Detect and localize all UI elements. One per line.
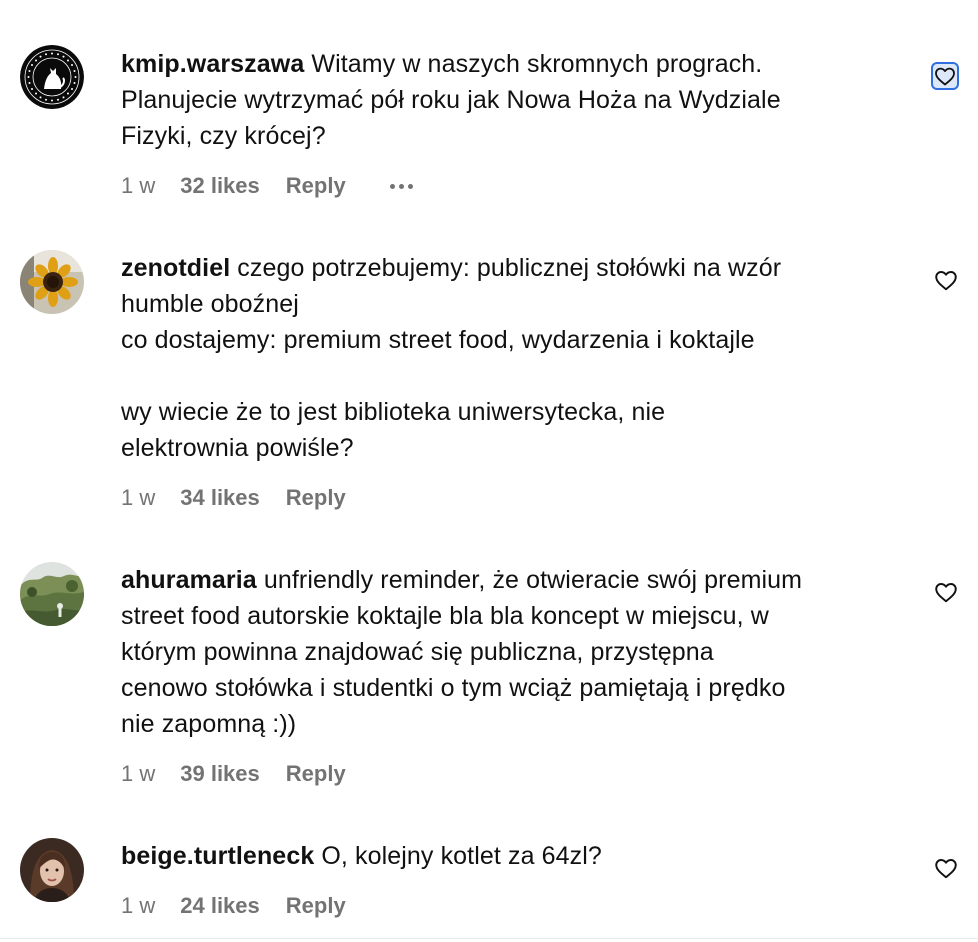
avatar[interactable] (20, 838, 84, 902)
avatar[interactable] (20, 250, 84, 314)
reply-button[interactable]: Reply (286, 173, 346, 199)
reply-button[interactable]: Reply (286, 893, 346, 919)
comment-body: O, kolejny kotlet za 64zl? (321, 842, 602, 870)
comment-meta: 1 w 32 likes Reply (121, 171, 413, 201)
comment-timestamp[interactable]: 1 w (121, 761, 155, 787)
likes-count-button[interactable]: 24 likes (180, 893, 260, 919)
cat-logo-avatar-icon (20, 45, 84, 109)
comment-username[interactable]: beige.turtleneck (121, 842, 314, 870)
comment-meta: 1 w 39 likes Reply (121, 759, 346, 789)
likes-count-button[interactable]: 34 likes (180, 485, 260, 511)
likes-count-button[interactable]: 39 likes (180, 761, 260, 787)
likes-count-button[interactable]: 32 likes (180, 173, 260, 199)
comment-text: beige.turtleneck O, kolejny kotlet za 64… (121, 838, 911, 874)
like-heart-icon[interactable] (933, 855, 959, 881)
comment-timestamp[interactable]: 1 w (121, 893, 155, 919)
reply-button[interactable]: Reply (286, 485, 346, 511)
like-heart-icon[interactable] (931, 62, 959, 90)
divider (0, 938, 978, 939)
like-heart-icon[interactable] (933, 579, 959, 605)
comment-username[interactable]: kmip.warszawa (121, 50, 304, 78)
portrait-avatar-icon (20, 838, 84, 902)
sunflower-avatar-icon (20, 250, 84, 314)
like-heart-icon[interactable] (933, 267, 959, 293)
avatar[interactable] (20, 562, 84, 626)
reply-button[interactable]: Reply (286, 761, 346, 787)
comment-timestamp[interactable]: 1 w (121, 173, 155, 199)
comment-username[interactable]: zenotdiel (121, 254, 230, 282)
comment-meta: 1 w 24 likes Reply (121, 891, 346, 921)
landscape-avatar-icon (20, 562, 84, 626)
comment-timestamp[interactable]: 1 w (121, 485, 155, 511)
comment-text: kmip.warszawa Witamy w naszych skromnych… (121, 46, 911, 154)
more-options-icon[interactable] (389, 183, 413, 189)
comment-text: zenotdiel czego potrzebujemy: publicznej… (121, 250, 911, 466)
comment-text: ahuramaria unfriendly reminder, że otwie… (121, 562, 911, 742)
comment-meta: 1 w 34 likes Reply (121, 483, 346, 513)
avatar[interactable] (20, 45, 84, 109)
comment-username[interactable]: ahuramaria (121, 566, 257, 594)
comment-body: czego potrzebujemy: publicznej stołówki … (121, 254, 782, 462)
